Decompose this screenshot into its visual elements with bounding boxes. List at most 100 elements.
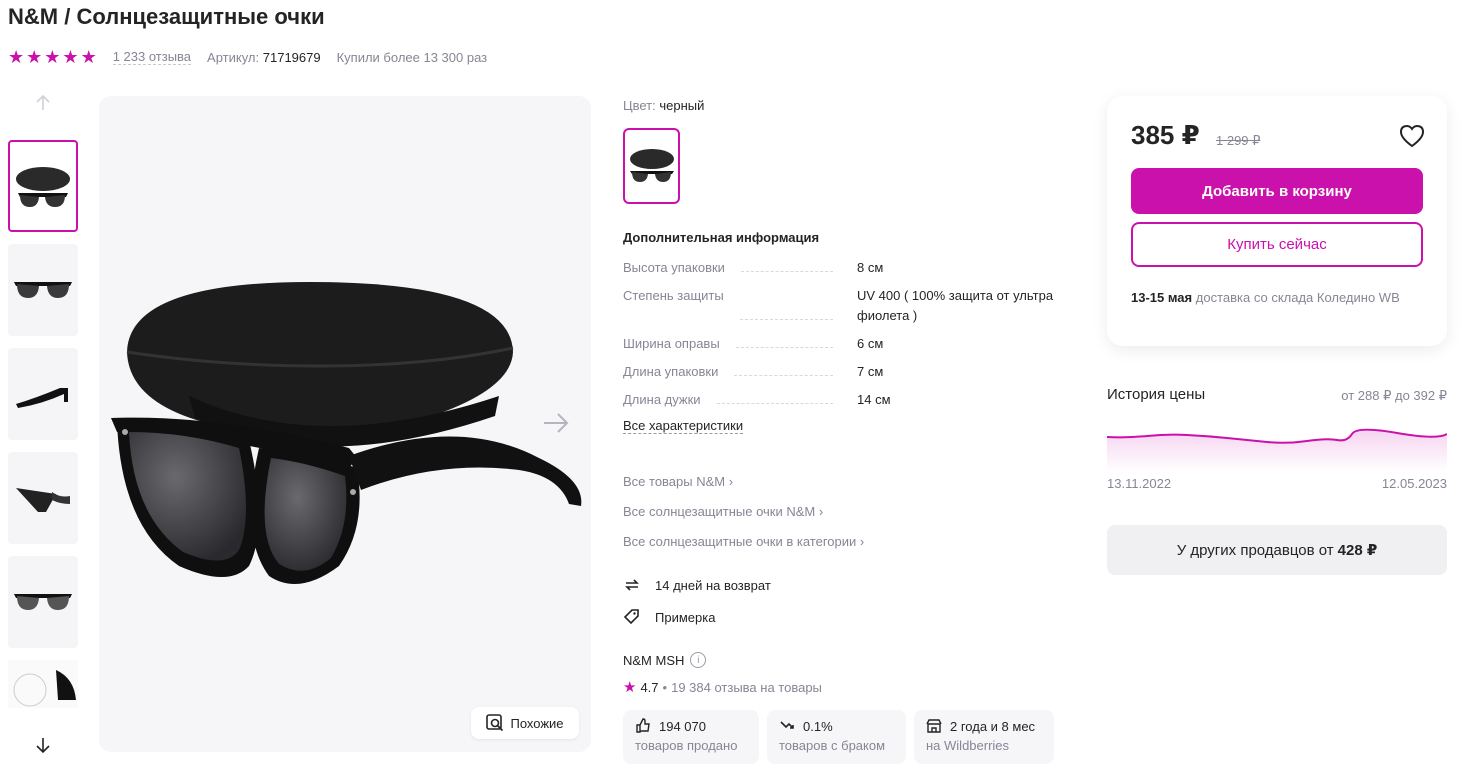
feature-label: Примерка bbox=[655, 609, 716, 625]
stat-label: на Wildberries bbox=[926, 738, 1010, 753]
spec-dots bbox=[716, 390, 833, 404]
seller-name[interactable]: N&M MSH i bbox=[623, 652, 707, 668]
glasses-front-image bbox=[14, 282, 72, 298]
bought-count: Купили более 13 300 раз bbox=[336, 49, 488, 65]
reviews-link[interactable]: 1 233 отзыва bbox=[112, 49, 192, 65]
spec-key-text: Ширина оправы bbox=[623, 336, 720, 351]
spec-key-text: Длина упаковки bbox=[623, 364, 719, 379]
similar-search-icon bbox=[486, 714, 504, 732]
spec-row: Длина упаковки 7 см bbox=[623, 362, 1073, 382]
star-icon: ★ bbox=[62, 47, 79, 67]
spec-value: 14 см bbox=[857, 392, 891, 407]
spec-row: Ширина оправы 6 см bbox=[623, 334, 1073, 354]
thumbnail-side[interactable] bbox=[8, 348, 78, 440]
color-swatch-black[interactable] bbox=[623, 128, 680, 204]
thumbnail-front[interactable] bbox=[8, 244, 78, 336]
thumb-up-icon bbox=[636, 718, 650, 733]
spec-dots bbox=[734, 362, 833, 376]
similar-label: Похожие bbox=[510, 715, 564, 731]
stat-value: 2 года и 8 мес bbox=[950, 718, 1036, 734]
thumbnail-list bbox=[8, 140, 80, 708]
try-on: Примерка bbox=[623, 608, 715, 626]
stat-label: товаров продано bbox=[635, 738, 738, 753]
seller-rating-value: 4.7 bbox=[640, 679, 659, 695]
seller-rating: ★ 4.7 • 19 384 отзыва на товары bbox=[623, 678, 822, 696]
delivery-date: 13-15 мая bbox=[1131, 290, 1193, 305]
spec-row: Высота упаковки 8 см bbox=[623, 258, 1073, 278]
color-label: Цвет: черный bbox=[623, 98, 704, 113]
other-sellers-price: 428 ₽ bbox=[1337, 542, 1378, 559]
thumbnail-angle[interactable] bbox=[8, 452, 78, 544]
thumbs-down-arrow-icon[interactable] bbox=[30, 732, 56, 758]
link-label: Все товары N&M bbox=[623, 474, 726, 489]
info-icon[interactable]: i bbox=[690, 652, 707, 668]
rating-stars: ★ ★ ★ ★ ★ bbox=[8, 48, 97, 66]
spec-row: Длина дужки 14 см bbox=[623, 390, 1073, 410]
thumbnail-model[interactable] bbox=[8, 660, 78, 708]
sunglasses-with-case-image bbox=[111, 282, 582, 584]
heart-icon[interactable] bbox=[1399, 124, 1425, 148]
other-sellers-button[interactable]: У других продавцов от 428 ₽ bbox=[1107, 525, 1447, 575]
spec-key: Длина дужки bbox=[623, 390, 845, 410]
star-icon: ★ bbox=[26, 47, 43, 67]
link-label: Все солнцезащитные очки в категории bbox=[623, 534, 857, 549]
spec-value: 6 см bbox=[857, 336, 884, 351]
spec-dots bbox=[735, 334, 833, 348]
all-brand-products-link[interactable]: Все товары N&M › bbox=[623, 474, 733, 489]
spec-value: 7 см bbox=[857, 364, 884, 379]
price-history-chart[interactable] bbox=[1106, 420, 1448, 472]
range-to: до 392 ₽ bbox=[1395, 388, 1447, 403]
trend-down-icon bbox=[780, 721, 794, 729]
product-meta: ★ ★ ★ ★ ★ 1 233 отзыва Артикул: 71719679… bbox=[8, 48, 487, 66]
main-product-image[interactable] bbox=[99, 96, 591, 752]
similar-button[interactable]: Похожие bbox=[471, 707, 579, 739]
glasses-side-image bbox=[16, 388, 68, 408]
article-value: 71719679 bbox=[262, 49, 321, 65]
spec-key: Длина упаковки bbox=[623, 362, 845, 382]
stat-on-platform: 2 года и 8 мес на Wildberries bbox=[914, 710, 1054, 764]
additional-info-title: Дополнительная информация bbox=[623, 230, 820, 245]
buy-now-button[interactable]: Купить сейчас bbox=[1131, 222, 1423, 267]
other-sellers-label: У других продавцов от bbox=[1176, 541, 1334, 559]
tag-icon bbox=[623, 609, 639, 625]
spec-value: UV 400 ( 100% защита от ультра фиолета ) bbox=[857, 288, 1054, 323]
spec-value: 8 см bbox=[857, 260, 884, 275]
glasses-front-image bbox=[14, 594, 72, 610]
all-category-sunglasses-link[interactable]: Все солнцезащитные очки в категории › bbox=[623, 534, 864, 549]
chevron-right-icon: › bbox=[818, 504, 824, 519]
delivery-text: доставка со склада Коледино WB bbox=[1195, 290, 1400, 305]
stat-value: 0.1% bbox=[803, 718, 833, 734]
history-end-date: 12.05.2023 bbox=[1381, 476, 1447, 491]
next-image-arrow-icon[interactable] bbox=[540, 408, 570, 446]
price-history-title: История цены bbox=[1107, 386, 1206, 403]
price-card: 385 ₽ 1 299 ₽ Добавить в корзину Купить … bbox=[1107, 96, 1447, 346]
seller-name-text: N&M MSH bbox=[623, 652, 685, 668]
glasses-angle-image bbox=[16, 488, 70, 512]
history-start-date: 13.11.2022 bbox=[1107, 476, 1172, 491]
star-icon: ★ bbox=[623, 679, 637, 696]
star-icon: ★ bbox=[80, 47, 97, 67]
price-history-range: от 288 ₽ до 392 ₽ bbox=[1341, 388, 1447, 404]
thumbnail-case-and-glasses[interactable] bbox=[8, 140, 78, 232]
thumbs-up-arrow-icon[interactable] bbox=[30, 90, 56, 116]
spec-key-text: Длина дужки bbox=[623, 392, 701, 407]
thumbnail-front-2[interactable] bbox=[8, 556, 78, 648]
spec-key-text: Степень защиты bbox=[623, 288, 724, 303]
all-brand-sunglasses-link[interactable]: Все солнцезащитные очки N&M › bbox=[623, 504, 823, 519]
stat-label: товаров с браком bbox=[779, 738, 886, 753]
old-price: 1 299 ₽ bbox=[1216, 133, 1261, 148]
add-to-cart-button[interactable]: Добавить в корзину bbox=[1131, 168, 1423, 214]
spec-dots bbox=[740, 258, 833, 272]
spec-dots bbox=[739, 286, 833, 320]
current-price: 385 ₽ bbox=[1131, 120, 1200, 150]
feature-label: 14 дней на возврат bbox=[655, 577, 771, 593]
color-label-text: Цвет: bbox=[623, 98, 656, 113]
spec-key: Высота упаковки bbox=[623, 258, 845, 278]
model-image bbox=[8, 660, 78, 708]
article-number: Артикул: 71719679 bbox=[207, 50, 321, 65]
star-icon: ★ bbox=[44, 47, 61, 67]
link-label: Все солнцезащитные очки N&M bbox=[623, 504, 816, 519]
chevron-right-icon: › bbox=[859, 534, 865, 549]
range-from: от 288 ₽ bbox=[1341, 388, 1392, 403]
all-specs-link[interactable]: Все характеристики bbox=[623, 418, 744, 434]
